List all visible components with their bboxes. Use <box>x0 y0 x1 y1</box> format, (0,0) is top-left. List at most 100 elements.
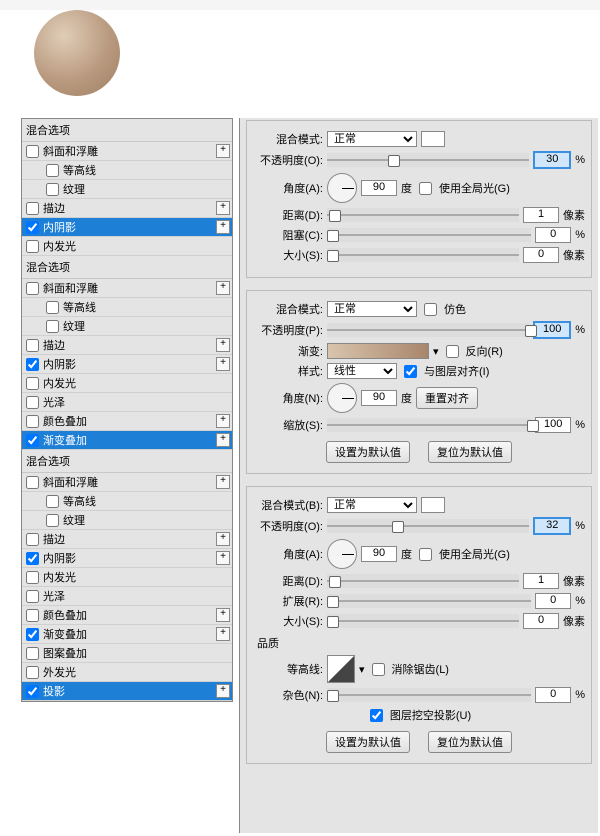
scale-slider[interactable] <box>327 418 531 432</box>
angle-input-2[interactable]: 90 <box>361 390 397 406</box>
stroke-checkbox-3[interactable] <box>26 533 39 546</box>
pattern-overlay-checkbox-3[interactable] <box>26 647 39 660</box>
inner-shadow-checkbox-2[interactable] <box>26 358 39 371</box>
contour-checkbox-1[interactable] <box>46 164 59 177</box>
gradient-overlay-checkbox-2[interactable] <box>26 434 39 447</box>
inner-glow-checkbox-2[interactable] <box>26 377 39 390</box>
contour-checkbox-2[interactable] <box>46 301 59 314</box>
opacity-slider-2[interactable] <box>327 323 529 337</box>
angle-dial[interactable] <box>327 173 357 203</box>
make-default-button-3[interactable]: 设置为默认值 <box>326 731 410 753</box>
drop-shadow-checkbox-3[interactable] <box>26 685 39 698</box>
blend-options-header[interactable]: 混合选项 <box>22 119 232 142</box>
expand-icon[interactable]: + <box>216 357 230 371</box>
satin-checkbox-2[interactable] <box>26 396 39 409</box>
size-slider-3[interactable] <box>327 614 519 628</box>
opacity-input-3[interactable]: 32 <box>533 517 571 535</box>
color-overlay-checkbox-2[interactable] <box>26 415 39 428</box>
size-input-3[interactable]: 0 <box>523 613 559 629</box>
blend-options-header-2[interactable]: 混合选项 <box>22 256 232 279</box>
color-swatch-3[interactable] <box>421 497 445 513</box>
bevel-emboss-checkbox-2[interactable] <box>26 282 39 295</box>
opacity-slider-3[interactable] <box>327 519 529 533</box>
satin-checkbox-3[interactable] <box>26 590 39 603</box>
choke-input[interactable]: 0 <box>535 227 571 243</box>
expand-icon[interactable]: + <box>216 281 230 295</box>
size-slider[interactable] <box>327 248 519 262</box>
expand-icon[interactable]: + <box>216 414 230 428</box>
color-overlay-checkbox-3[interactable] <box>26 609 39 622</box>
contour-checkbox-3[interactable] <box>46 495 59 508</box>
opacity-input[interactable]: 30 <box>533 151 571 169</box>
blend-mode-select[interactable]: 正常 <box>327 131 417 147</box>
blend-options-header-3[interactable]: 混合选项 <box>22 450 232 473</box>
distance-input[interactable]: 1 <box>523 207 559 223</box>
gradient-picker[interactable] <box>327 343 429 359</box>
contour-picker[interactable] <box>327 655 355 683</box>
expand-icon[interactable]: + <box>216 684 230 698</box>
global-light-checkbox[interactable] <box>419 182 432 195</box>
size-input[interactable]: 0 <box>523 247 559 263</box>
inner-shadow-checkbox-3[interactable] <box>26 552 39 565</box>
expand-icon[interactable]: + <box>216 144 230 158</box>
spread-input[interactable]: 0 <box>535 593 571 609</box>
color-swatch[interactable] <box>421 131 445 147</box>
opacity-slider[interactable] <box>327 153 529 167</box>
expand-icon[interactable]: + <box>216 475 230 489</box>
blend-mode-select-2[interactable]: 正常 <box>327 301 417 317</box>
stroke-label[interactable]: 描边 <box>43 200 216 216</box>
outer-glow-checkbox-3[interactable] <box>26 666 39 679</box>
expand-icon[interactable]: + <box>216 433 230 447</box>
angle-dial-2[interactable] <box>327 383 357 413</box>
inner-glow-checkbox-1[interactable] <box>26 240 39 253</box>
expand-icon[interactable]: + <box>216 551 230 565</box>
inner-glow-checkbox-3[interactable] <box>26 571 39 584</box>
gradient-dropdown-icon[interactable]: ▾ <box>433 345 439 358</box>
bevel-emboss-label[interactable]: 斜面和浮雕 <box>43 143 216 159</box>
choke-slider[interactable] <box>327 228 531 242</box>
noise-input[interactable]: 0 <box>535 687 571 703</box>
contour-dropdown-icon[interactable]: ▾ <box>359 663 365 676</box>
bevel-emboss-checkbox-1[interactable] <box>26 145 39 158</box>
expand-icon[interactable]: + <box>216 338 230 352</box>
opacity-input-2[interactable]: 100 <box>533 321 571 339</box>
global-light-checkbox-3[interactable] <box>419 548 432 561</box>
noise-slider[interactable] <box>327 688 531 702</box>
make-default-button[interactable]: 设置为默认值 <box>326 441 410 463</box>
dither-checkbox[interactable] <box>424 303 437 316</box>
expand-icon[interactable]: + <box>216 220 230 234</box>
reset-default-button[interactable]: 复位为默认值 <box>428 441 512 463</box>
texture-checkbox-1[interactable] <box>46 183 59 196</box>
stroke-checkbox-2[interactable] <box>26 339 39 352</box>
distance-slider-3[interactable] <box>327 574 519 588</box>
reverse-checkbox[interactable] <box>446 345 459 358</box>
distance-slider[interactable] <box>327 208 519 222</box>
bevel-emboss-checkbox-3[interactable] <box>26 476 39 489</box>
inner-glow-label[interactable]: 内发光 <box>43 238 230 254</box>
scale-input[interactable]: 100 <box>535 417 571 433</box>
align-checkbox[interactable] <box>404 365 417 378</box>
knockout-checkbox[interactable] <box>370 709 383 722</box>
style-select[interactable]: 线性 <box>327 363 397 379</box>
inner-shadow-checkbox-1[interactable] <box>26 221 39 234</box>
texture-label[interactable]: 纹理 <box>63 181 230 197</box>
reset-align-button[interactable]: 重置对齐 <box>416 387 478 409</box>
expand-icon[interactable]: + <box>216 627 230 641</box>
texture-checkbox-2[interactable] <box>46 320 59 333</box>
angle-input-3[interactable]: 90 <box>361 546 397 562</box>
expand-icon[interactable]: + <box>216 608 230 622</box>
stroke-checkbox-1[interactable] <box>26 202 39 215</box>
texture-checkbox-3[interactable] <box>46 514 59 527</box>
expand-icon[interactable]: + <box>216 532 230 546</box>
antialias-checkbox[interactable] <box>372 663 385 676</box>
reset-default-button-3[interactable]: 复位为默认值 <box>428 731 512 753</box>
distance-input-3[interactable]: 1 <box>523 573 559 589</box>
blend-mode-select-3[interactable]: 正常 <box>327 497 417 513</box>
angle-dial-3[interactable] <box>327 539 357 569</box>
contour-label[interactable]: 等高线 <box>63 162 230 178</box>
expand-icon[interactable]: + <box>216 201 230 215</box>
angle-input[interactable]: 90 <box>361 180 397 196</box>
inner-shadow-label[interactable]: 内阴影 <box>43 219 216 235</box>
spread-slider[interactable] <box>327 594 531 608</box>
gradient-overlay-checkbox-3[interactable] <box>26 628 39 641</box>
